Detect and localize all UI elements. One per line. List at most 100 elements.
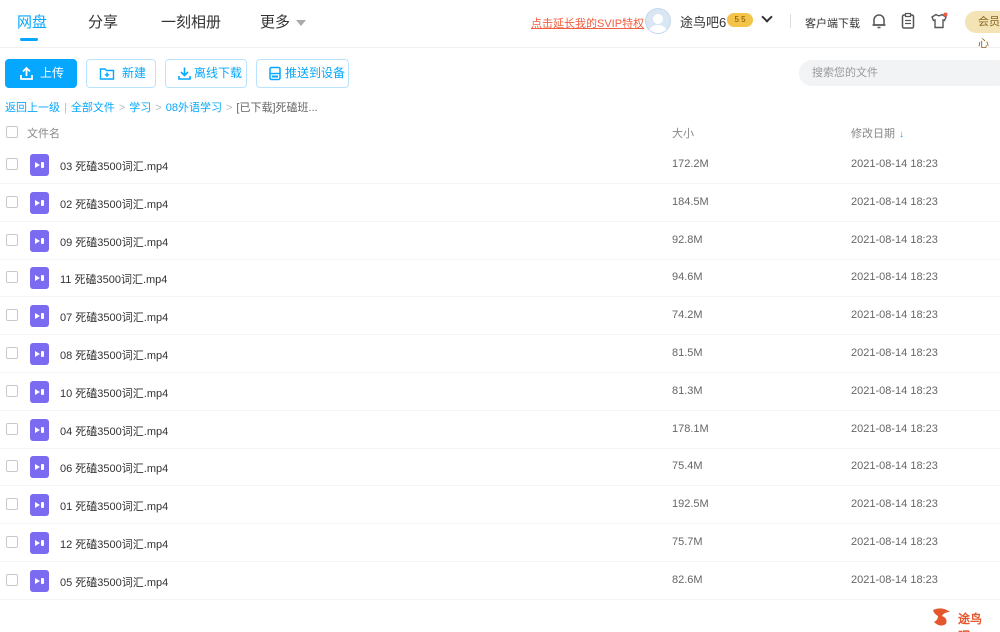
- file-size: 178.1M: [672, 422, 709, 435]
- video-file-icon: [30, 154, 49, 176]
- bell-icon[interactable]: [870, 12, 888, 30]
- row-checkbox[interactable]: [6, 422, 18, 435]
- file-size: 75.4M: [672, 460, 703, 473]
- file-name[interactable]: 10 死磕3500词汇.mp4: [60, 385, 168, 401]
- row-checkbox[interactable]: [6, 309, 18, 322]
- file-modified-date: 2021-08-14 18:23: [851, 158, 938, 170]
- watermark: 途鸟吧: [930, 606, 992, 632]
- svip-promo-link[interactable]: 点击延长我的SVIP特权: [531, 15, 644, 31]
- file-name[interactable]: 05 死磕3500词汇.mp4: [60, 574, 168, 590]
- tab-more-label: 更多: [260, 14, 291, 31]
- row-checkbox[interactable]: [6, 158, 18, 170]
- row-checkbox[interactable]: [6, 498, 18, 511]
- table-row[interactable]: 01 死磕3500词汇.mp4 192.5M 2021-08-14 18:23: [0, 486, 1000, 525]
- breadcrumb-current: [已下载]死磕班...: [236, 102, 318, 114]
- file-name[interactable]: 08 死磕3500词汇.mp4: [60, 347, 168, 363]
- user-menu-chevron-icon[interactable]: [761, 11, 773, 23]
- bird-logo-icon: [933, 608, 950, 626]
- column-header-modified[interactable]: 修改日期 ↓: [851, 125, 904, 141]
- sort-down-icon[interactable]: ↓: [899, 129, 904, 140]
- tab-more[interactable]: 更多: [260, 11, 307, 32]
- member-center-button[interactable]: 会员中心: [965, 11, 1000, 50]
- file-name[interactable]: 06 死磕3500词汇.mp4: [60, 460, 168, 476]
- offline-download-button[interactable]: 离线下载: [165, 59, 247, 88]
- clipboard-icon[interactable]: [899, 12, 917, 30]
- file-modified-date: 2021-08-14 18:23: [851, 384, 938, 397]
- device-icon: [269, 66, 281, 81]
- file-name[interactable]: 01 死磕3500词汇.mp4: [60, 498, 168, 514]
- top-nav: 网盘 分享 一刻相册 更多 点击延长我的SVIP特权 途鸟吧6 5 5 客户端下…: [0, 0, 1000, 50]
- download-icon: [178, 67, 191, 80]
- file-name[interactable]: 03 死磕3500词汇.mp4: [60, 158, 168, 174]
- video-file-icon: [30, 229, 49, 252]
- row-checkbox[interactable]: [6, 384, 18, 397]
- table-row[interactable]: 11 死磕3500词汇.mp4 94.6M 2021-08-14 18:23: [0, 259, 1000, 298]
- file-name[interactable]: 12 死磕3500词汇.mp4: [60, 536, 168, 552]
- search-input[interactable]: [799, 60, 1000, 86]
- file-name[interactable]: 07 死磕3500词汇.mp4: [60, 309, 168, 325]
- row-checkbox[interactable]: [6, 347, 18, 359]
- row-checkbox[interactable]: [6, 233, 18, 246]
- tab-moments-album[interactable]: 一刻相册: [161, 11, 221, 32]
- breadcrumb-item-all-files[interactable]: 全部文件: [71, 102, 115, 114]
- table-row[interactable]: 06 死磕3500词汇.mp4 75.4M 2021-08-14 18:23: [0, 448, 1000, 487]
- upload-icon: [20, 66, 33, 80]
- file-size: 184.5M: [672, 195, 709, 208]
- video-file-icon: [30, 494, 49, 517]
- breadcrumb: 返回上一级 | 全部文件 > 学习 >08外语学习 > [已下载]死磕班...: [5, 99, 318, 115]
- tab-netdisk[interactable]: 网盘: [17, 11, 47, 32]
- table-row[interactable]: 04 死磕3500词汇.mp4 178.1M 2021-08-14 18:23: [0, 411, 1000, 449]
- video-file-icon: [30, 267, 49, 290]
- breadcrumb-back-link[interactable]: 返回上一级: [5, 102, 60, 114]
- column-header-name[interactable]: 文件名: [27, 125, 60, 141]
- row-checkbox[interactable]: [6, 536, 18, 548]
- breadcrumb-chevron: >: [225, 102, 233, 114]
- active-tab-indicator: [20, 38, 38, 41]
- client-download-link[interactable]: 客户端下载: [805, 15, 860, 31]
- breadcrumb-item-study[interactable]: 学习: [129, 102, 151, 114]
- push-to-device-label: 推送到设备: [285, 66, 346, 80]
- table-row[interactable]: 03 死磕3500词汇.mp4 172.2M 2021-08-14 18:23: [0, 146, 1000, 184]
- video-file-icon: [30, 380, 49, 403]
- nav-divider: [790, 14, 791, 28]
- table-row[interactable]: 10 死磕3500词汇.mp4 81.3M 2021-08-14 18:23: [0, 373, 1000, 411]
- file-name[interactable]: 11 死磕3500词汇.mp4: [60, 271, 167, 287]
- row-checkbox[interactable]: [6, 271, 18, 284]
- file-size: 94.6M: [672, 271, 703, 284]
- file-size: 81.3M: [672, 384, 703, 397]
- video-file-icon: [30, 456, 49, 479]
- video-file-icon: [30, 532, 49, 554]
- row-checkbox[interactable]: [6, 460, 18, 473]
- table-header: 文件名 大小 修改日期 ↓: [0, 118, 1000, 146]
- file-size: 172.2M: [672, 158, 709, 170]
- upload-button[interactable]: 上传: [5, 59, 77, 88]
- table-row[interactable]: 07 死磕3500词汇.mp4 74.2M 2021-08-14 18:23: [0, 297, 1000, 336]
- row-checkbox[interactable]: [6, 573, 18, 586]
- file-size: 192.5M: [672, 498, 709, 511]
- new-folder-button[interactable]: 新建: [86, 59, 156, 88]
- new-folder-icon: [99, 68, 115, 80]
- upload-label: 上传: [40, 66, 65, 80]
- select-all-checkbox[interactable]: [6, 126, 18, 138]
- file-modified-date: 2021-08-14 18:23: [851, 536, 938, 548]
- table-row[interactable]: 02 死磕3500词汇.mp4 184.5M 2021-08-14 18:23: [0, 184, 1000, 222]
- file-name[interactable]: 09 死磕3500词汇.mp4: [60, 234, 168, 250]
- username[interactable]: 途鸟吧6: [680, 12, 726, 31]
- tab-share[interactable]: 分享: [88, 11, 118, 32]
- table-row[interactable]: 08 死磕3500词汇.mp4 81.5M 2021-08-14 18:23: [0, 335, 1000, 373]
- video-file-icon: [30, 305, 49, 328]
- column-header-size[interactable]: 大小: [672, 125, 694, 141]
- shirt-icon[interactable]: [930, 12, 948, 30]
- avatar[interactable]: [645, 8, 671, 34]
- file-name[interactable]: 04 死磕3500词汇.mp4: [60, 423, 168, 439]
- push-to-device-button[interactable]: 推送到设备: [256, 59, 349, 88]
- breadcrumb-chevron: >: [118, 102, 126, 114]
- breadcrumb-divider: |: [64, 102, 67, 114]
- file-modified-date: 2021-08-14 18:23: [851, 347, 938, 359]
- file-name[interactable]: 02 死磕3500词汇.mp4: [60, 196, 168, 212]
- table-row[interactable]: 05 死磕3500词汇.mp4 82.6M 2021-08-14 18:23: [0, 562, 1000, 600]
- row-checkbox[interactable]: [6, 195, 18, 208]
- breadcrumb-item-foreign-language[interactable]: 08外语学习: [166, 102, 222, 114]
- table-row[interactable]: 09 死磕3500词汇.mp4 92.8M 2021-08-14 18:23: [0, 222, 1000, 260]
- table-row[interactable]: 12 死磕3500词汇.mp4 75.7M 2021-08-14 18:23: [0, 524, 1000, 562]
